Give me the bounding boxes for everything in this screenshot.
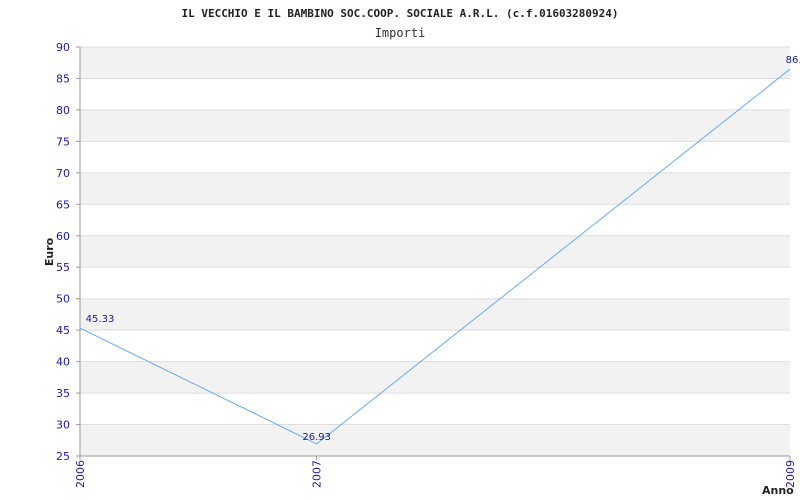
chart-title: IL VECCHIO E IL BAMBINO SOC.COOP. SOCIAL… (181, 7, 618, 20)
x-axis-label: Anno (762, 484, 794, 497)
y-tick-labels: 25 30 35 40 45 50 55 60 65 70 75 80 85 90 (56, 41, 70, 463)
y-tick-label: 80 (56, 104, 70, 117)
y-tick-label: 70 (56, 167, 70, 180)
data-label: 45.33 (86, 314, 115, 325)
grid-band (80, 330, 790, 362)
y-tick-label: 50 (56, 293, 70, 306)
grid-band (80, 235, 790, 268)
y-tick-label: 35 (56, 387, 70, 400)
y-tick-label: 65 (56, 198, 70, 211)
grid-band (80, 47, 790, 79)
x-tick-label: 2006 (74, 460, 87, 488)
y-axis-label: Euro (43, 237, 56, 266)
background-bands (80, 47, 790, 456)
grid-band (80, 393, 790, 425)
grid-band (80, 298, 790, 331)
grid-band (80, 109, 790, 142)
y-tick-label: 25 (56, 450, 70, 463)
y-tick-label: 75 (56, 135, 70, 148)
grid-band (80, 267, 790, 299)
x-tick-label: 2007 (311, 460, 324, 488)
data-label: 26.93 (302, 432, 331, 443)
grid-band (80, 361, 790, 394)
line-chart: IL VECCHIO E IL BAMBINO SOC.COOP. SOCIAL… (43, 7, 800, 497)
grid-band (80, 424, 790, 456)
y-tick-label: 30 (56, 419, 70, 432)
y-tick-label: 45 (56, 324, 70, 337)
y-tick-label: 85 (56, 72, 70, 85)
grid-band (80, 204, 790, 236)
grid-band (80, 78, 790, 110)
y-tick-label: 60 (56, 230, 70, 243)
grid-band (80, 141, 790, 173)
grid-band (80, 172, 790, 205)
y-tick-label: 55 (56, 261, 70, 274)
x-tick-labels: 2006 2007 2009 (74, 456, 797, 488)
chart-subtitle: Importi (375, 26, 426, 40)
y-tick-label: 90 (56, 41, 70, 54)
y-tick-label: 40 (56, 356, 70, 369)
data-label: 86.47 (786, 55, 800, 66)
